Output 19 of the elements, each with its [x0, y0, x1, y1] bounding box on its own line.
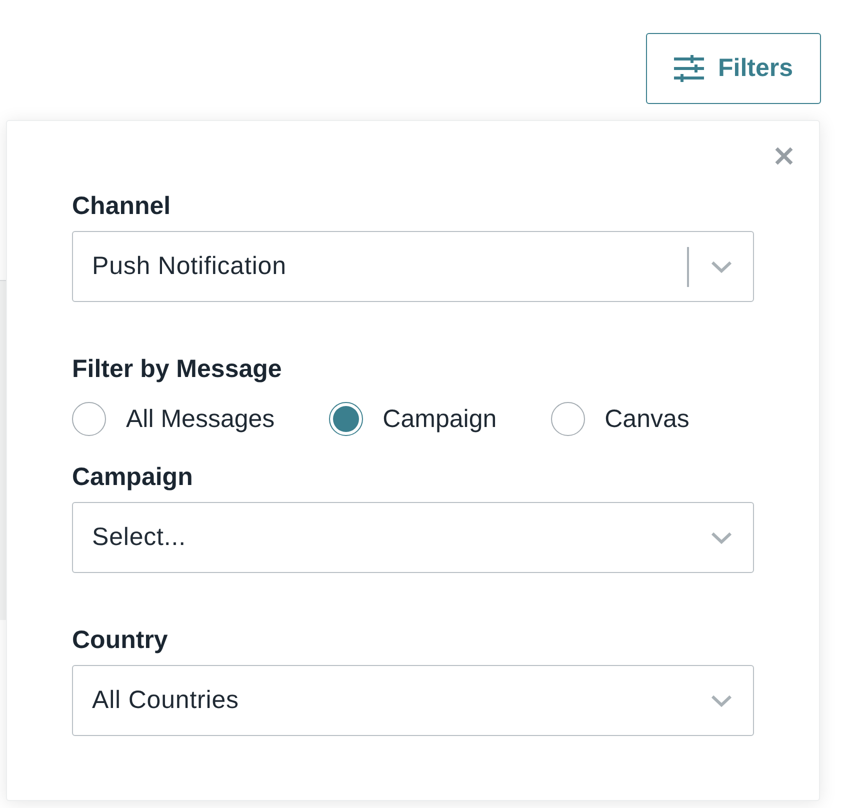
chevron-down-icon	[711, 694, 732, 706]
radio-button[interactable]	[550, 402, 585, 436]
close-icon[interactable]	[775, 147, 793, 165]
filters-button[interactable]: Filters	[646, 33, 821, 104]
field-label: Channel	[72, 191, 172, 221]
dropdown-field[interactable]: Select...	[72, 502, 754, 573]
radio-button[interactable]	[328, 402, 363, 436]
radio-option-label[interactable]: Campaign	[382, 404, 497, 434]
dropdown-field[interactable]: All Countries	[72, 665, 754, 736]
dropdown-field[interactable]: Push Notification	[72, 231, 754, 302]
field-label: Country	[72, 625, 169, 655]
chevron-down-icon	[711, 260, 732, 272]
field-label: Filter by Message	[72, 354, 283, 384]
radio-button[interactable]	[72, 402, 106, 436]
sliders-icon	[674, 55, 704, 82]
radio-option-label[interactable]: Canvas	[604, 404, 690, 434]
field-label: Campaign	[72, 462, 194, 492]
chevron-down-icon	[711, 532, 732, 544]
radio-option-label[interactable]: All Messages	[126, 404, 275, 434]
